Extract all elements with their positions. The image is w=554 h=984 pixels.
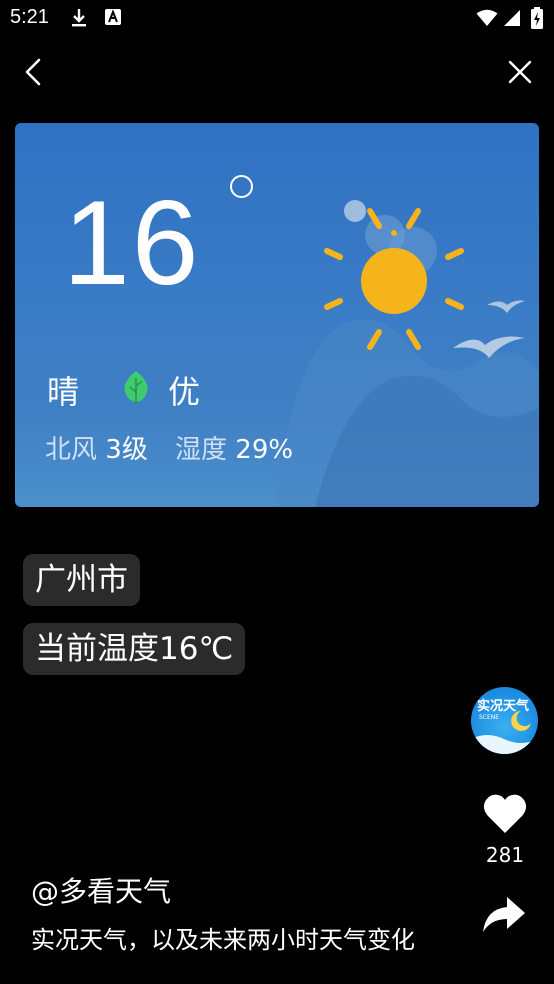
- status-time: 5:21: [10, 6, 49, 28]
- share-icon[interactable]: [481, 895, 527, 935]
- weather-card[interactable]: 16 晴 优 北风 3级 湿度 29%: [15, 123, 539, 507]
- download-icon: [72, 9, 86, 27]
- signal-icon: [504, 10, 520, 26]
- battery-icon: [531, 7, 543, 29]
- leaf-icon: [124, 371, 148, 405]
- humidity-label: 湿度: [175, 435, 228, 465]
- wave-decoration: [471, 735, 538, 754]
- status-bar: 5:21: [0, 0, 554, 36]
- air-quality: 优: [168, 373, 201, 411]
- app-avatar[interactable]: 实况天气 SCENE: [471, 687, 538, 754]
- app-avatar-subtitle: SCENE: [479, 714, 500, 721]
- wind-direction: 北风: [45, 435, 98, 465]
- font-icon: [105, 9, 121, 25]
- close-icon[interactable]: [502, 54, 538, 90]
- top-bar: [0, 50, 554, 94]
- humidity-value: 29%: [235, 435, 294, 465]
- moon-icon: [511, 711, 531, 731]
- like-count: 281: [485, 843, 525, 867]
- degree-symbol: [230, 175, 253, 198]
- current-temp-tag[interactable]: 当前温度16℃: [23, 623, 246, 675]
- author-name[interactable]: @多看天气: [31, 870, 171, 910]
- wifi-icon: [476, 9, 498, 26]
- post-description: 实况天气，以及未来两小时天气变化: [31, 926, 415, 954]
- city-tag[interactable]: 广州市: [23, 554, 140, 606]
- humidity-info: 湿度 29%: [175, 429, 293, 466]
- temperature-value: 16: [63, 176, 201, 310]
- wind-level: 3级: [105, 435, 148, 465]
- wind-info: 北风 3级: [45, 429, 148, 466]
- heart-icon[interactable]: [481, 790, 529, 838]
- back-icon[interactable]: [16, 54, 52, 90]
- weather-condition: 晴: [47, 373, 80, 411]
